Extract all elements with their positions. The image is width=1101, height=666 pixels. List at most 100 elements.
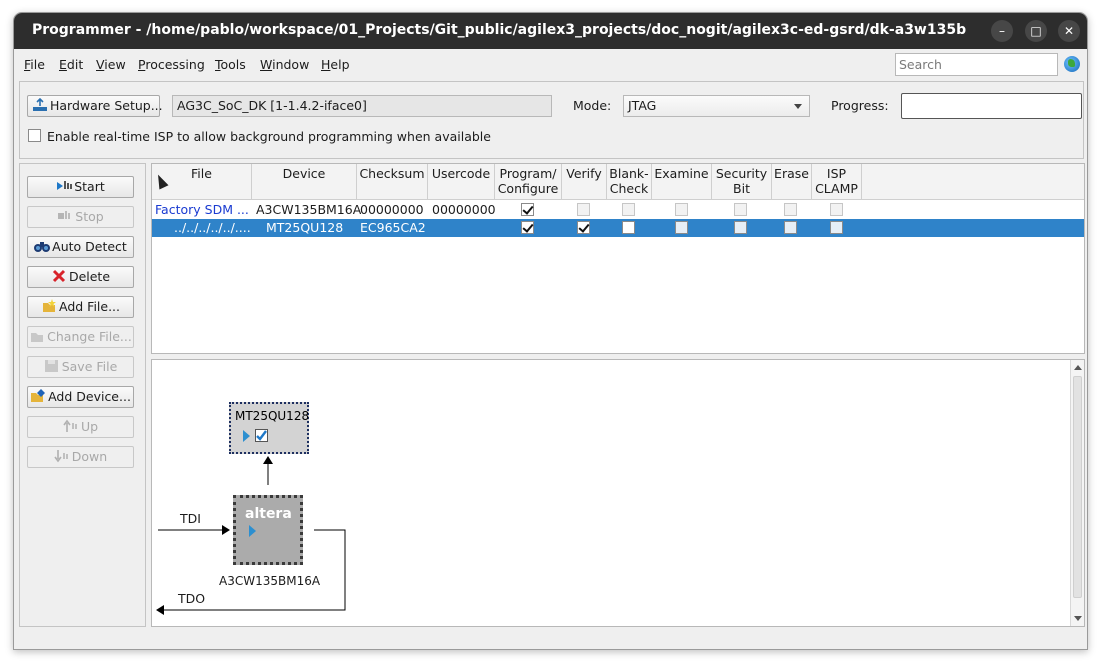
menu-window-label: indow: [272, 57, 310, 72]
row-verify-checkbox[interactable]: [577, 221, 590, 234]
hardware-setup-button[interactable]: Hardware Setup...: [27, 95, 163, 117]
start-label: Start: [74, 179, 105, 194]
binoculars-icon: [34, 239, 51, 253]
row-erase-checkbox[interactable]: [784, 203, 797, 216]
flash-device[interactable]: MT25QU128: [229, 402, 309, 454]
table-header: File Device Checksum Usercode Program/Co…: [152, 164, 1084, 200]
play-icon: [243, 430, 250, 442]
column-examine[interactable]: Examine: [652, 164, 712, 200]
menu-window[interactable]: Window: [260, 57, 309, 72]
delete-label: Delete: [68, 269, 111, 284]
menu-view[interactable]: View: [96, 57, 126, 72]
row-security-checkbox[interactable]: [734, 221, 747, 234]
column-blank-check[interactable]: Blank- Check: [607, 164, 652, 200]
auto-detect-button[interactable]: Auto Detect: [27, 236, 134, 258]
change-file-label: Change File...: [47, 329, 132, 344]
menu-processing-label: rocessing: [145, 57, 205, 72]
row-file[interactable]: Factory SDM ...: [155, 202, 251, 217]
row-file[interactable]: ../../../../../....: [174, 220, 250, 235]
isp-checkbox[interactable]: [28, 129, 41, 142]
hardware-setup-label: Hardware Setup...: [50, 98, 163, 113]
row-program-checkbox[interactable]: [521, 221, 534, 234]
change-file-button[interactable]: Change File...: [27, 326, 134, 348]
row-examine-checkbox[interactable]: [675, 203, 688, 216]
row-checksum: EC965CA2: [360, 220, 426, 235]
start-button[interactable]: Start: [27, 176, 134, 198]
canvas-scrollbar[interactable]: [1070, 360, 1084, 626]
add-file-button[interactable]: Add File...: [27, 296, 134, 318]
down-button[interactable]: Down: [27, 446, 134, 468]
minimize-icon: –: [999, 24, 1005, 38]
change-file-icon: [29, 329, 45, 343]
row-erase-checkbox[interactable]: [784, 221, 797, 234]
column-security-bit[interactable]: Security Bit: [712, 164, 772, 200]
tdi-label: TDI: [180, 511, 201, 526]
program-check-icon: [255, 429, 268, 442]
column-verify[interactable]: Verify: [562, 164, 607, 200]
stop-button[interactable]: Stop: [27, 206, 134, 228]
search-input[interactable]: Search: [895, 53, 1058, 76]
fpga-device[interactable]: altera: [233, 495, 303, 565]
column-program[interactable]: Program/Configure: [495, 164, 562, 200]
scroll-up-icon[interactable]: [1074, 365, 1082, 370]
close-icon: ✕: [1063, 24, 1075, 38]
column-device[interactable]: Device: [252, 164, 357, 200]
close-button[interactable]: ✕: [1058, 20, 1080, 42]
hardware-field: AG3C_SoC_DK [1-1.4.2-iface0]: [172, 95, 552, 117]
row-program-checkbox[interactable]: [521, 203, 534, 216]
device-table: File Device Checksum Usercode Program/Co…: [151, 163, 1085, 354]
menu-edit-label: dit: [66, 57, 84, 72]
menu-edit-mnemonic: E: [59, 57, 67, 72]
menu-file[interactable]: File: [24, 57, 45, 72]
table-row[interactable]: Factory SDM ... A3CW135BM16A 00000000 00…: [152, 201, 1084, 219]
tdo-label: TDO: [178, 591, 206, 606]
column-usercode[interactable]: Usercode: [428, 164, 495, 200]
column-examine-label: Examine: [654, 166, 709, 181]
scroll-down-icon[interactable]: [1074, 616, 1082, 621]
maximize-button[interactable]: □: [1025, 20, 1047, 42]
row-examine-checkbox[interactable]: [675, 221, 688, 234]
title-bar[interactable]: Programmer - /home/pablo/workspace/01_Pr…: [14, 13, 1087, 49]
minimize-button[interactable]: –: [991, 20, 1013, 42]
row-verify-checkbox[interactable]: [577, 203, 590, 216]
save-file-button[interactable]: Save File: [27, 356, 134, 378]
column-checksum[interactable]: Checksum: [357, 164, 428, 200]
down-label: Down: [71, 449, 108, 464]
menu-view-label: iew: [104, 57, 126, 72]
column-isp-label-2: CLAMP: [815, 181, 858, 196]
stop-icon: [57, 209, 73, 223]
arrow-down-icon: [54, 449, 70, 463]
scroll-thumb[interactable]: [1073, 376, 1082, 598]
add-file-icon: [41, 299, 57, 313]
row-isp-clamp-checkbox[interactable]: [830, 203, 843, 216]
chevron-down-icon: [794, 104, 802, 109]
column-file[interactable]: File: [152, 164, 252, 200]
row-blank-check-checkbox[interactable]: [622, 203, 635, 216]
column-device-label: Device: [282, 166, 326, 181]
jtag-chain-canvas[interactable]: TDI TDO MT25QU128 altera A3CW135BM16A: [151, 359, 1085, 627]
up-button[interactable]: Up: [27, 416, 134, 438]
progress-bar: [901, 93, 1082, 119]
progress-label: Progress:: [831, 98, 889, 113]
delete-button[interactable]: Delete: [27, 266, 134, 288]
row-security-checkbox[interactable]: [734, 203, 747, 216]
start-icon: [56, 179, 73, 193]
mode-select[interactable]: JTAG: [623, 95, 810, 117]
row-isp-clamp-checkbox[interactable]: [830, 221, 843, 234]
row-usercode: 00000000: [432, 202, 496, 217]
menu-edit[interactable]: Edit: [59, 57, 83, 72]
row-blank-check-checkbox[interactable]: [622, 221, 635, 234]
menu-tools[interactable]: Tools: [215, 57, 246, 72]
isp-label: Enable real-time ISP to allow background…: [47, 129, 491, 144]
altera-logo: altera: [245, 506, 292, 522]
column-isp-clamp[interactable]: ISP CLAMP: [812, 164, 862, 200]
add-file-label: Add File...: [58, 299, 120, 314]
column-erase[interactable]: Erase: [772, 164, 812, 200]
menu-help[interactable]: Help: [321, 57, 350, 72]
globe-icon[interactable]: [1064, 56, 1080, 72]
table-row[interactable]: ../../../../../.... MT25QU128 EC965CA2: [152, 219, 1084, 237]
mode-value: JTAG: [628, 98, 657, 113]
menu-processing[interactable]: Processing: [138, 57, 205, 72]
up-label: Up: [80, 419, 99, 434]
add-device-button[interactable]: Add Device...: [27, 386, 134, 408]
